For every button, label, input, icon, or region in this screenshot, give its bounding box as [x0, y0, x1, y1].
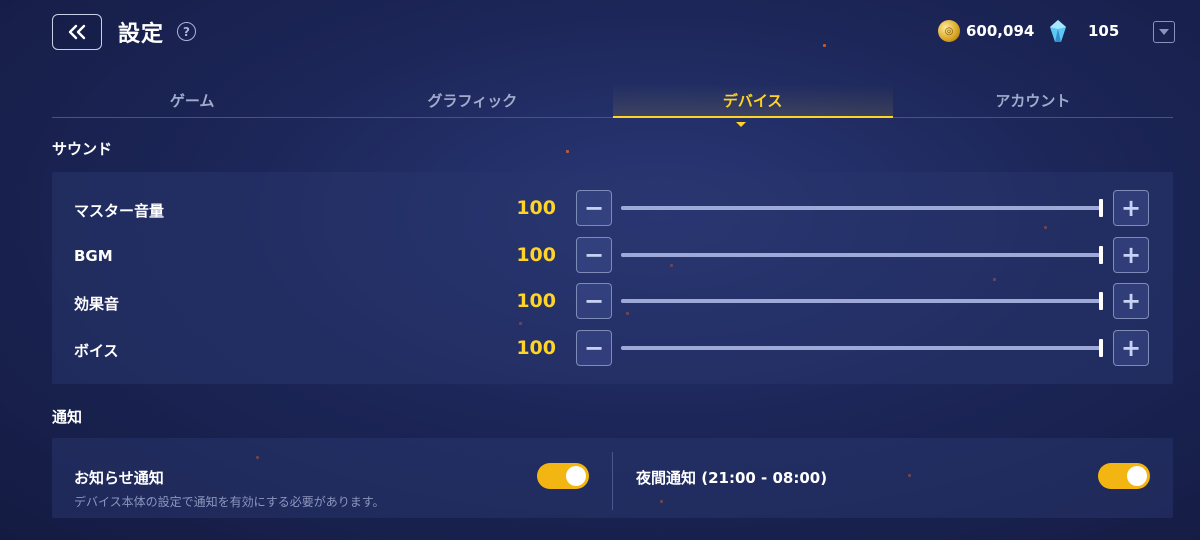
- volume-value: 100: [516, 197, 556, 219]
- volume-increase-button[interactable]: +: [1113, 237, 1149, 273]
- volume-increase-button[interactable]: +: [1113, 330, 1149, 366]
- gem-icon: [1050, 20, 1066, 42]
- slider-fill: [621, 253, 1101, 257]
- volume-decrease-button[interactable]: −: [576, 237, 612, 273]
- back-icon: [68, 24, 86, 40]
- notice-notification-label: お知らせ通知: [74, 469, 164, 487]
- volume-increase-button[interactable]: +: [1113, 283, 1149, 319]
- volume-value: 100: [516, 244, 556, 266]
- help-icon[interactable]: ?: [177, 22, 196, 41]
- volume-label: 効果音: [74, 295, 120, 313]
- notification-section-title: 通知: [52, 408, 83, 426]
- volume-increase-button[interactable]: +: [1113, 190, 1149, 226]
- coin-icon: ◎: [938, 20, 960, 42]
- slider-fill: [621, 299, 1101, 303]
- notification-panel: お知らせ通知 デバイス本体の設定で通知を有効にする必要があります。 夜間通知 (…: [52, 438, 1173, 518]
- notice-notification-toggle[interactable]: [537, 463, 589, 489]
- volume-row-master: マスター音量 100 − +: [52, 190, 1173, 230]
- volume-row-sfx: 効果音 100 − +: [52, 283, 1173, 323]
- slider-fill: [621, 346, 1101, 350]
- gem-balance: 105: [1050, 20, 1119, 42]
- gem-amount: 105: [1088, 22, 1120, 40]
- ember-particle: [566, 150, 569, 153]
- page-title: 設定: [118, 22, 165, 47]
- dropdown-button[interactable]: [1153, 21, 1175, 43]
- volume-slider[interactable]: [621, 199, 1103, 217]
- tab-account[interactable]: アカウント: [893, 84, 1173, 117]
- volume-row-voice: ボイス 100 − +: [52, 330, 1173, 370]
- tab-device[interactable]: デバイス: [612, 84, 894, 118]
- volume-label: BGM: [74, 247, 113, 265]
- volume-label: マスター音量: [74, 202, 165, 220]
- slider-handle[interactable]: [1099, 339, 1103, 357]
- night-notification-label: 夜間通知 (21:00 - 08:00): [636, 469, 828, 487]
- slider-handle[interactable]: [1099, 199, 1103, 217]
- column-divider: [612, 452, 613, 510]
- sound-section-title: サウンド: [52, 140, 113, 158]
- coin-balance: ◎ 600,094: [938, 20, 1034, 42]
- slider-fill: [621, 206, 1101, 210]
- volume-label: ボイス: [74, 342, 119, 360]
- slider-handle[interactable]: [1099, 292, 1103, 310]
- back-button[interactable]: [52, 14, 102, 50]
- toggle-thumb: [566, 466, 586, 486]
- active-tab-indicator: [736, 122, 746, 127]
- volume-value: 100: [516, 290, 556, 312]
- settings-tabs: ゲーム グラフィック デバイス アカウント: [52, 84, 1173, 118]
- dropdown-icon: [1159, 29, 1169, 35]
- slider-handle[interactable]: [1099, 246, 1103, 264]
- tab-graphics[interactable]: グラフィック: [332, 84, 612, 117]
- volume-slider[interactable]: [621, 339, 1103, 357]
- volume-slider[interactable]: [621, 246, 1103, 264]
- volume-slider[interactable]: [621, 292, 1103, 310]
- tab-game[interactable]: ゲーム: [52, 84, 332, 117]
- night-notification-toggle[interactable]: [1098, 463, 1150, 489]
- volume-decrease-button[interactable]: −: [576, 330, 612, 366]
- sound-panel: マスター音量 100 − + BGM 100 − + 効果音 100 − + ボ…: [52, 172, 1173, 384]
- ember-particle: [823, 44, 826, 47]
- coin-amount: 600,094: [966, 22, 1035, 40]
- notice-notification-hint: デバイス本体の設定で通知を有効にする必要があります。: [74, 495, 385, 509]
- volume-value: 100: [516, 337, 556, 359]
- toggle-thumb: [1127, 466, 1147, 486]
- volume-decrease-button[interactable]: −: [576, 190, 612, 226]
- volume-decrease-button[interactable]: −: [576, 283, 612, 319]
- volume-row-bgm: BGM 100 − +: [52, 237, 1173, 277]
